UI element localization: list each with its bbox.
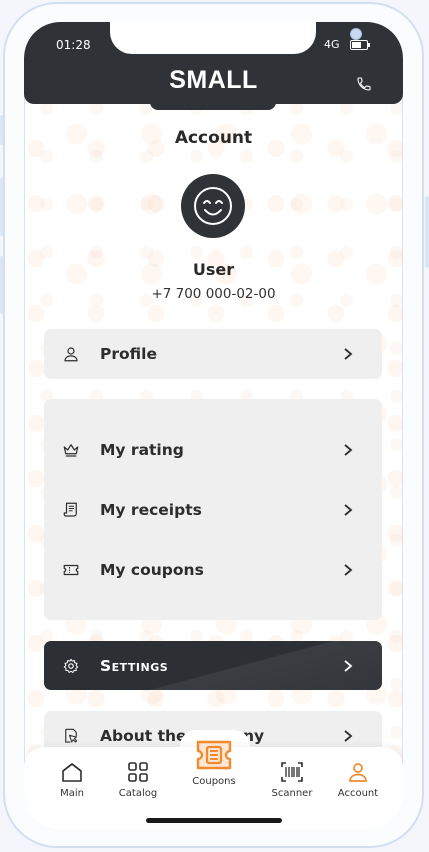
tab-account[interactable]: Account	[328, 761, 388, 799]
tab-main[interactable]: Main	[42, 761, 102, 799]
home-icon	[62, 762, 82, 782]
menu-item-my-coupons[interactable]: My coupons	[44, 550, 382, 590]
menu-item-profile[interactable]: Profile	[44, 334, 382, 374]
chevron-right-icon	[344, 444, 353, 456]
tab-catalog[interactable]: Catalog	[108, 761, 168, 799]
user-name: User	[192, 260, 235, 279]
home-indicator[interactable]	[146, 818, 282, 823]
chevron-right-icon	[344, 348, 353, 360]
menu-group-card: My rating My receipts My coupons	[44, 399, 382, 620]
tab-coupons[interactable]: Coupons	[184, 738, 244, 787]
hand-icon	[65, 728, 78, 743]
menu-item-settings[interactable]: Settings	[44, 641, 382, 690]
receipt-icon	[63, 502, 77, 517]
tab-label: Main	[60, 788, 84, 799]
menu-item-label: My coupons	[100, 561, 204, 579]
avatar[interactable]	[181, 174, 245, 238]
tab-label: Coupons	[192, 776, 236, 787]
menu-item-label: My receipts	[100, 501, 202, 519]
chevron-right-icon	[344, 504, 353, 516]
crown-icon	[63, 444, 79, 457]
menu-item-my-receipts[interactable]: My receipts	[44, 490, 382, 530]
gear-icon	[63, 658, 79, 674]
barcode-icon	[281, 762, 303, 782]
menu-item-label: My rating	[100, 441, 184, 459]
side-button-power	[425, 196, 429, 268]
menu-item-my-rating[interactable]: My rating	[44, 430, 382, 470]
page-title: Account	[174, 128, 253, 148]
coupon-icon	[63, 564, 79, 576]
person-icon	[64, 347, 78, 362]
menu-item-label: About the	[100, 727, 187, 745]
header-tab	[150, 102, 276, 110]
status-network: 4G	[324, 38, 340, 51]
brand-logo: SMALL	[169, 66, 258, 94]
chevron-right-icon	[344, 564, 353, 576]
phone-screen: 01:28 4G SMALL Account User +7 700 000-0…	[24, 22, 403, 830]
phone-call-icon[interactable]	[356, 76, 372, 92]
camera-notch	[110, 22, 362, 54]
coupon-icon	[196, 740, 232, 770]
grid-icon	[128, 762, 148, 782]
tab-scanner[interactable]: Scanner	[262, 761, 322, 799]
menu-item-label: Settings	[100, 657, 169, 675]
status-time: 01:28	[56, 38, 91, 52]
profile-card: Profile	[44, 329, 382, 379]
battery-icon	[350, 40, 370, 50]
tab-label: Catalog	[118, 788, 158, 799]
smiley-icon	[194, 187, 232, 225]
person-icon	[349, 763, 367, 782]
chevron-right-icon	[344, 730, 353, 742]
camera-dot	[350, 28, 362, 40]
menu-item-label: Profile	[100, 345, 157, 363]
user-phone: +7 700 000-02-00	[151, 286, 276, 302]
chevron-right-icon	[344, 660, 353, 672]
settings-row: Settings	[44, 646, 382, 686]
tab-label: Scanner	[271, 788, 313, 799]
tab-label: Account	[337, 788, 379, 799]
app-header: 01:28 4G SMALL	[24, 22, 403, 104]
